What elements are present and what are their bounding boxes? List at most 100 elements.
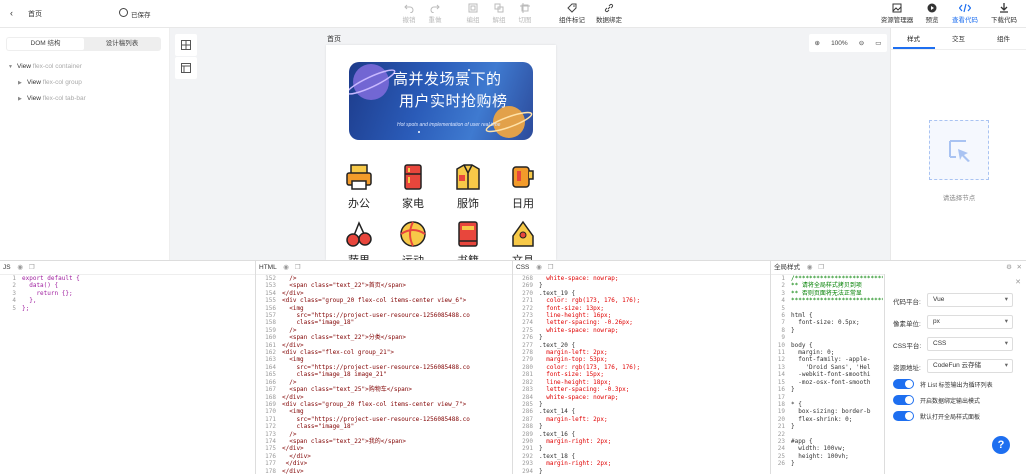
view-code-label: 查看代码 xyxy=(952,17,978,24)
assets-button[interactable]: 资源管理器 xyxy=(878,3,916,27)
fit-screen-icon[interactable]: ▭ xyxy=(875,39,881,47)
ungroup-icon xyxy=(494,3,504,13)
line-number: 163 xyxy=(265,356,276,364)
tab-component[interactable]: 组件 xyxy=(981,33,1026,43)
code-text: src="https://project-user-resource-12560… xyxy=(282,363,470,371)
data-bind-button[interactable]: 数据绑定 xyxy=(592,3,626,27)
unit-select[interactable]: px xyxy=(927,315,1013,329)
eye-icon[interactable]: ◉ xyxy=(17,264,23,271)
code-line: 293 margin-right: 2px; xyxy=(515,460,769,467)
code-line: 269} xyxy=(515,282,769,289)
platform-select[interactable]: Vue xyxy=(927,293,1013,307)
cut-button[interactable]: 切图 xyxy=(510,3,540,27)
category-office[interactable]: 办公 xyxy=(339,163,379,211)
code-line: 174 <span class="text_22">我的</span> xyxy=(258,438,511,445)
code-text: </div> xyxy=(282,467,304,474)
data-bind-toggle[interactable] xyxy=(893,395,914,405)
copy-icon[interactable]: ❐ xyxy=(548,264,554,271)
tree-node[interactable]: ▼ View flex-col container xyxy=(8,63,82,70)
resource-select[interactable]: CodeFun 云存储 xyxy=(927,359,1013,373)
css-code-editor[interactable]: 268 white-space: nowrap; 269} 270 .text_19 … xyxy=(515,275,769,474)
banner-title-line1: 高并发场景下的 xyxy=(393,70,502,88)
chevron-left-icon[interactable]: ‹ xyxy=(10,8,13,18)
help-button[interactable]: ? xyxy=(992,436,1010,454)
code-text: .text_18 { xyxy=(539,452,576,460)
eye-icon[interactable]: ◉ xyxy=(807,264,813,271)
code-text: white-space: nowrap; xyxy=(539,275,619,282)
tree-node[interactable]: ▶ View flex-col tab-bar xyxy=(18,95,86,102)
js-code-editor[interactable]: 1 export default {2 data() {3 return {}; 4… xyxy=(2,275,254,312)
code-line: 13 'Droid Sans', 'Hel xyxy=(773,364,883,371)
component-mark-button[interactable]: 组件标记 xyxy=(555,3,589,27)
category-books[interactable]: 书籍 xyxy=(448,220,488,260)
global-code-editor[interactable]: 1 /**************************** 2 ** 请将全局样式… xyxy=(773,275,883,468)
code-text: class="image_18" xyxy=(282,423,355,431)
code-text: flex-shrink: 0; xyxy=(791,415,853,423)
close-icon[interactable]: ✕ xyxy=(1017,261,1022,275)
tag-icon xyxy=(567,3,577,13)
html-code-editor[interactable]: 152 /> 153 <span class="text_22">首页</span… xyxy=(258,275,511,474)
component-mark-label: 组件标记 xyxy=(559,17,585,24)
code-text: /> xyxy=(282,326,297,334)
category-produce[interactable]: 蔬果 xyxy=(339,220,379,260)
copy-icon[interactable]: ❐ xyxy=(818,264,824,271)
layout-tool-button[interactable] xyxy=(175,57,197,79)
eye-icon[interactable]: ◉ xyxy=(283,264,289,271)
tab-design-list[interactable]: 设计稿列表 xyxy=(84,38,160,50)
view-code-button[interactable]: 查看代码 xyxy=(948,3,982,27)
download-button[interactable]: 下载代码 xyxy=(987,3,1021,27)
copy-icon[interactable]: ❐ xyxy=(29,264,35,271)
code-text: <span class="text_22">首页</span> xyxy=(282,282,406,290)
tab-dom[interactable]: DOM 结构 xyxy=(7,38,84,50)
line-number: 177 xyxy=(265,460,276,468)
css-platform-select[interactable]: CSS xyxy=(927,337,1013,351)
tab-interaction[interactable]: 交互 xyxy=(936,33,981,43)
preview-button[interactable]: 预览 xyxy=(919,3,945,27)
line-number: 168 xyxy=(265,393,276,401)
line-number: 11 xyxy=(777,349,785,357)
zoom-in-icon[interactable]: ⊕ xyxy=(815,39,820,47)
code-line: 292 .text_18 { xyxy=(515,453,769,460)
phone-artboard[interactable]: 高并发场景下的 用户实时抢购榜 Hot spots and implementa… xyxy=(326,45,556,260)
code-text: .text_20 { xyxy=(539,341,576,349)
category-stationery[interactable]: 文具 xyxy=(503,220,543,260)
settings-gear-icon[interactable]: ⚙ xyxy=(1006,261,1012,275)
category-clothing[interactable]: 服饰 xyxy=(448,163,488,211)
line-number: 173 xyxy=(265,430,276,438)
banner-subtitle: Hot spots and implementation of user rea… xyxy=(397,122,501,128)
code-line: 170 <img xyxy=(258,408,511,415)
code-text: -webkit-font-smoothi xyxy=(791,371,871,379)
promo-banner[interactable]: 高并发场景下的 用户实时抢购榜 Hot spots and implementa… xyxy=(349,62,533,140)
tree-node[interactable]: ▶ View flex-col group xyxy=(18,79,82,86)
code-line: 279 margin-top: 53px; xyxy=(515,356,769,363)
tab-style[interactable]: 样式 xyxy=(891,33,936,43)
code-text: /> xyxy=(282,378,297,386)
design-canvas[interactable]: 首页 高并发场景下的 用户实时抢购榜 Hot spots and impleme… xyxy=(170,28,890,260)
code-text: /**************************** xyxy=(791,275,883,282)
category-daily[interactable]: 日用 xyxy=(503,163,543,211)
category-sports[interactable]: 运动 xyxy=(393,220,433,260)
redo-button[interactable]: 重做 xyxy=(420,3,450,27)
slice-icon xyxy=(520,3,530,13)
eye-icon[interactable]: ◉ xyxy=(536,264,542,271)
code-text: } xyxy=(539,423,543,431)
line-number: 159 xyxy=(265,326,276,334)
pane-divider xyxy=(770,261,771,474)
line-number: 10 xyxy=(777,341,785,349)
code-text: html { xyxy=(791,312,813,320)
code-line: 8} xyxy=(773,327,883,334)
close-icon[interactable]: ✕ xyxy=(1015,278,1021,286)
grid-tool-button[interactable] xyxy=(175,34,197,56)
list-loop-toggle[interactable] xyxy=(893,379,914,389)
caret-down-icon: ▼ xyxy=(8,64,13,70)
code-line: 175 </div> xyxy=(258,445,511,452)
global-style-toggle[interactable] xyxy=(893,411,914,421)
category-appliance[interactable]: 家电 xyxy=(393,163,433,211)
unit-label: 像素单位: xyxy=(893,321,921,328)
line-number: 1 xyxy=(12,275,16,282)
line-number: 292 xyxy=(522,452,533,460)
copy-icon[interactable]: ❐ xyxy=(295,264,301,271)
code-line: 12 font-family: -apple- xyxy=(773,356,883,363)
code-line: 281 font-size: 15px; xyxy=(515,371,769,378)
zoom-out-icon[interactable]: ⊖ xyxy=(859,39,864,47)
